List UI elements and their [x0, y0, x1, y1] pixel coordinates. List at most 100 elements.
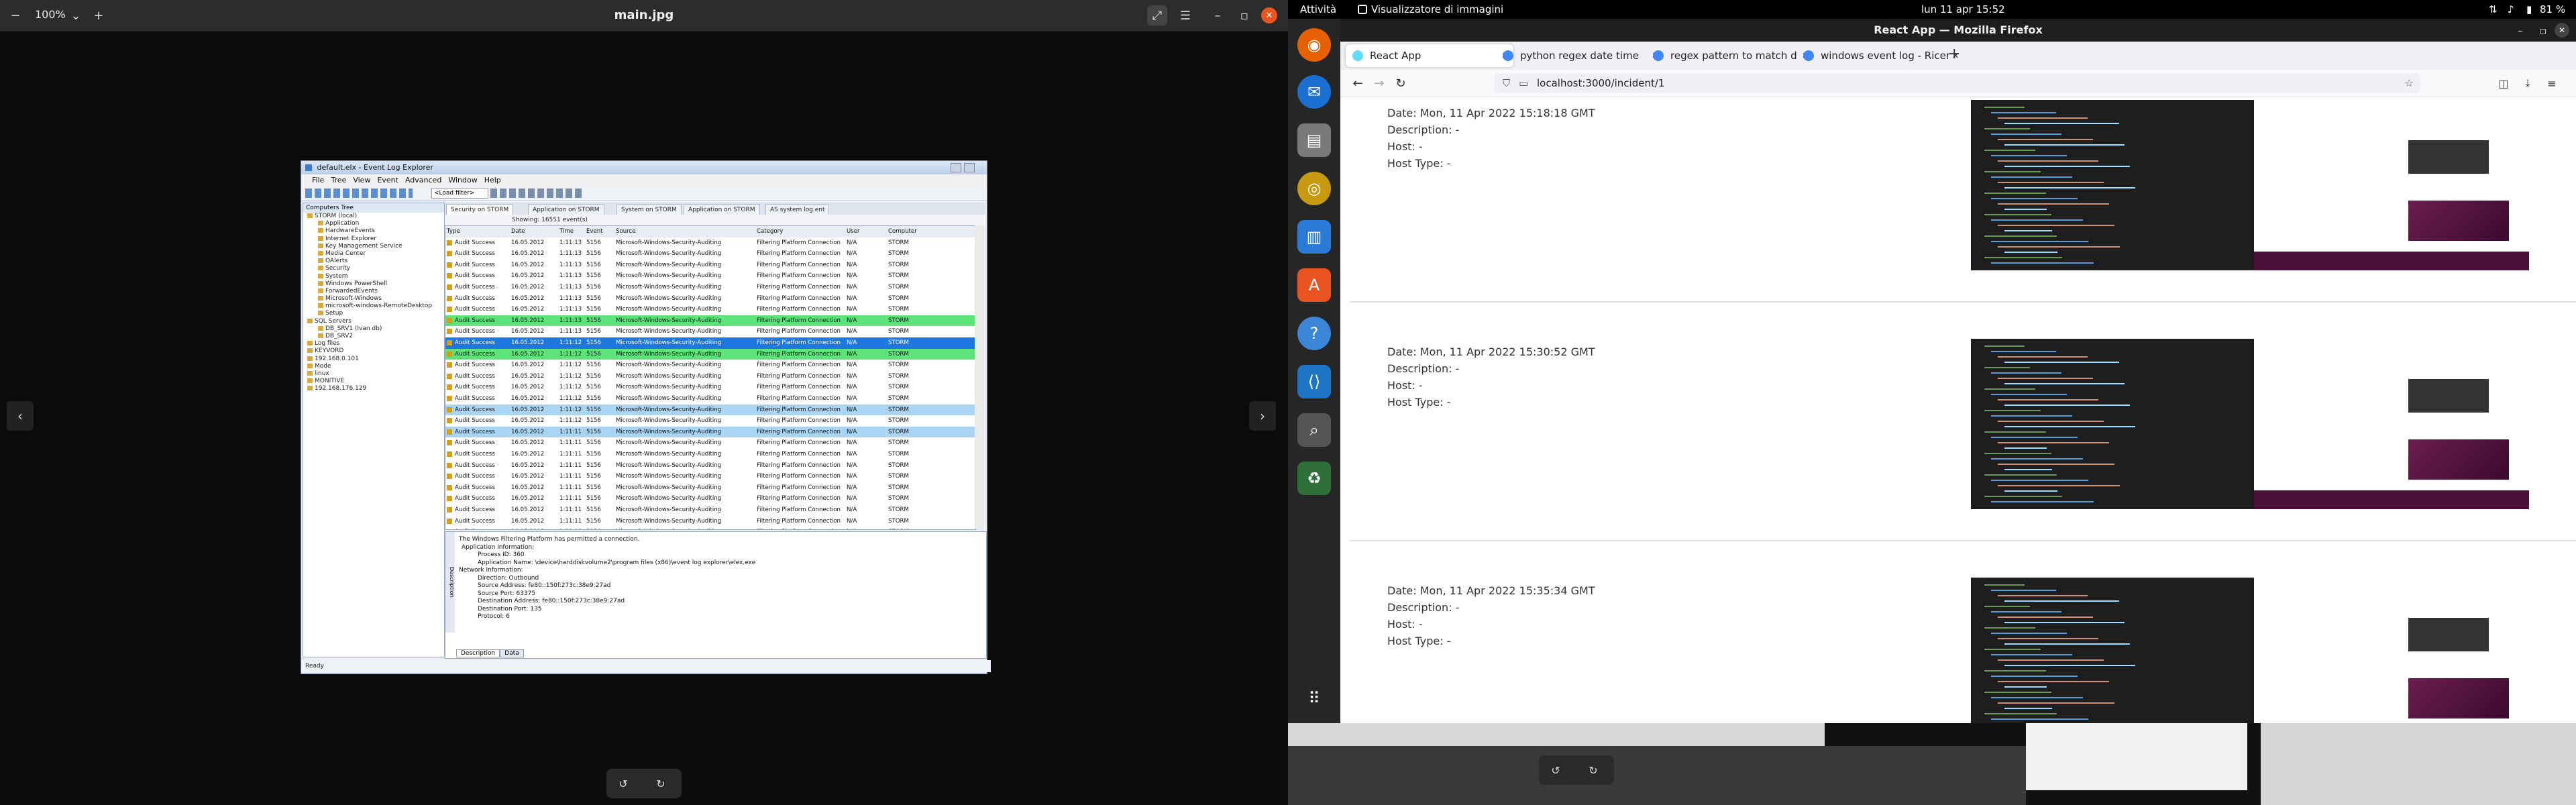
tree-node[interactable]: Application [303, 220, 444, 227]
tree-node[interactable]: STORM (local) [303, 213, 444, 220]
grid-scrollbar[interactable] [975, 225, 984, 529]
menu-icon[interactable]: ☰ [1175, 5, 1195, 25]
minimize-icon[interactable]: – [2510, 20, 2530, 40]
downloads-icon[interactable]: ⤓ [2518, 74, 2537, 93]
table-row[interactable]: Audit Success16.05.20121:11:115156Micros… [445, 460, 975, 472]
back-icon[interactable]: ← [1348, 74, 1367, 93]
tree-node[interactable]: microsoft-windows-RemoteDesktop [303, 303, 444, 310]
menu-item-event[interactable]: Event [377, 176, 398, 184]
trash-icon[interactable]: ♻ [1297, 462, 1331, 495]
menu-item-tree[interactable]: Tree [331, 176, 346, 184]
menu-item-view[interactable]: View [353, 176, 370, 184]
description-tab[interactable]: Data [500, 649, 524, 657]
network-icon[interactable]: ⇅ [2489, 0, 2498, 19]
table-row[interactable]: Audit Success 16.05.2012 1:11:13 5156 Micros… [445, 282, 975, 293]
rhythmbox-icon[interactable]: ◎ [1297, 172, 1331, 205]
table-row[interactable]: Audit Success 16.05.2012 1:11:12 5156 Micros… [445, 360, 975, 371]
table-row[interactable]: Audit Success16.05.20121:11:115156Micros… [445, 516, 975, 527]
tree-node[interactable]: Windows PowerShell [303, 280, 444, 288]
table-row[interactable]: Audit Success 16.05.2012 1:11:12 5156 Micros… [445, 337, 975, 349]
menu-item-help[interactable]: Help [484, 176, 501, 184]
tree-node[interactable]: Setup [303, 310, 444, 317]
tree-node[interactable]: MONITIVE [303, 378, 444, 385]
tree-node[interactable]: Mode [303, 363, 444, 370]
tree-node[interactable]: 192.168.176.129 [303, 385, 444, 392]
table-row[interactable]: Audit Success 16.05.2012 1:11:12 5156 Micros… [445, 393, 975, 405]
column-header[interactable]: Type [447, 226, 510, 237]
table-row[interactable]: Audit Success 16.05.2012 1:11:12 5156 Micros… [445, 404, 975, 416]
table-row[interactable]: Audit Success 16.05.2012 1:11:13 5156 Micros… [445, 248, 975, 260]
tree-node[interactable]: 192.168.0.101 [303, 356, 444, 363]
new-tab-icon[interactable]: + [1948, 46, 1960, 62]
rotate-left-icon[interactable]: ↺ [613, 774, 633, 793]
table-row[interactable]: Audit Success16.05.20121:11:115156Micros… [445, 437, 975, 449]
table-row[interactable]: Audit Success 16.05.2012 1:11:12 5156 Micros… [445, 415, 975, 427]
column-header[interactable]: Time [559, 226, 585, 237]
rotate-right-icon[interactable]: ↻ [651, 774, 671, 793]
table-row[interactable]: Audit Success 16.05.2012 1:11:13 5156 Micros… [445, 326, 975, 337]
tree-node[interactable]: Log files [303, 340, 444, 347]
volume-icon[interactable]: ♪ [2508, 0, 2514, 19]
table-row[interactable]: Audit Success 16.05.2012 1:11:13 5156 Micros… [445, 260, 975, 271]
table-row[interactable]: Audit Success 16.05.2012 1:11:13 5156 Micros… [445, 270, 975, 282]
table-row[interactable]: Audit Success 16.05.2012 1:11:12 5156 Micros… [445, 348, 975, 360]
table-row[interactable]: Audit Success16.05.20121:11:115156Micros… [445, 504, 975, 516]
app-menu[interactable]: Visualizzatore di immagini [1371, 0, 1503, 19]
table-row[interactable]: Audit Success 16.05.2012 1:11:13 5156 Micros… [445, 304, 975, 315]
browser-tab[interactable]: React App✕ [1346, 44, 1513, 67]
forward-icon[interactable]: → [1370, 74, 1389, 93]
table-row[interactable]: Audit Success 16.05.2012 1:11:12 5156 Micros… [445, 382, 975, 393]
tree-node[interactable]: KEYVORD [303, 347, 444, 355]
maximize-icon[interactable]: ▫ [1234, 5, 1254, 25]
window-controls[interactable] [951, 163, 984, 186]
column-header[interactable]: Date [511, 226, 558, 237]
tree-node[interactable]: Internet Explorer [303, 235, 444, 243]
tree-node[interactable]: Microsoft-Windows [303, 295, 444, 303]
filter-select[interactable]: <Load filter> [431, 188, 488, 199]
browser-tab[interactable]: windows event log - Ricer ✕ [1796, 44, 1964, 67]
table-row[interactable]: Audit Success16.05.20121:11:115156Micros… [445, 493, 975, 504]
table-row[interactable]: Audit Success 16.05.2012 1:11:12 5156 Micros… [445, 371, 975, 382]
table-row[interactable]: Audit Success16.05.20121:11:115156Micros… [445, 426, 975, 438]
previous-image-icon[interactable]: ‹ [7, 401, 34, 431]
column-header[interactable]: Category [757, 226, 845, 237]
table-row[interactable]: Audit Success 16.05.2012 1:11:13 5156 Micros… [445, 237, 975, 249]
url-bar[interactable]: ⛉ ▭ localhost:3000/incident/1 ☆ [1495, 73, 2420, 93]
tree-node[interactable]: System [303, 273, 444, 280]
firefox-icon[interactable]: ◉ [1297, 28, 1331, 62]
tree-node[interactable]: Media Center [303, 250, 444, 258]
bookmark-star-icon[interactable]: ☆ [2405, 73, 2414, 93]
pocket-icon[interactable]: ◫ [2494, 74, 2513, 93]
tree-node[interactable]: HardwareEvents [303, 227, 444, 235]
table-row[interactable]: Audit Success 16.05.2012 1:11:13 5156 Micros… [445, 293, 975, 305]
tree-node[interactable]: linux [303, 370, 444, 378]
tree-node[interactable]: ForwardedEvents [303, 288, 444, 295]
thunderbird-icon[interactable]: ✉ [1297, 75, 1331, 109]
tree-node[interactable]: OAlerts [303, 258, 444, 265]
clock[interactable]: lun 11 apr 15:52 [1921, 0, 2005, 19]
image-viewer-icon[interactable]: ⌕ [1297, 413, 1331, 447]
menu-item-window[interactable]: Window [448, 176, 477, 184]
column-header[interactable]: Computer [888, 226, 942, 237]
table-row[interactable]: Audit Success16.05.20121:11:115156Micros… [445, 527, 975, 529]
menu-item-advanced[interactable]: Advanced [405, 176, 441, 184]
tree-node[interactable]: Security [303, 265, 444, 272]
browser-tab[interactable]: regex pattern to match d✕ [1646, 44, 1814, 67]
incident-screenshot[interactable] [1971, 339, 2529, 509]
table-row[interactable]: Audit Success16.05.20121:11:115156Micros… [445, 449, 975, 460]
browser-tab[interactable]: python regex date time✕ [1496, 44, 1664, 67]
toolbar-icons-secondary[interactable] [490, 189, 584, 198]
show-apps-icon[interactable]: ⠿ [1297, 682, 1331, 715]
vscode-icon[interactable]: ⟨⟩ [1297, 365, 1331, 398]
tree-node[interactable]: Key Management Service [303, 243, 444, 250]
close-icon[interactable]: ✕ [2555, 23, 2569, 38]
battery-icon[interactable]: ▮ [2526, 0, 2532, 19]
column-header[interactable]: User [847, 226, 887, 237]
hamburger-menu-icon[interactable]: ≡ [2542, 74, 2561, 93]
incident-screenshot[interactable] [1971, 100, 2529, 270]
software-icon[interactable]: A [1297, 268, 1331, 302]
next-image-icon[interactable]: › [1249, 401, 1276, 431]
tree-node[interactable]: SQL Servers [303, 318, 444, 325]
toolbar-icons[interactable] [305, 189, 413, 198]
incident-screenshot[interactable] [1971, 578, 2529, 723]
